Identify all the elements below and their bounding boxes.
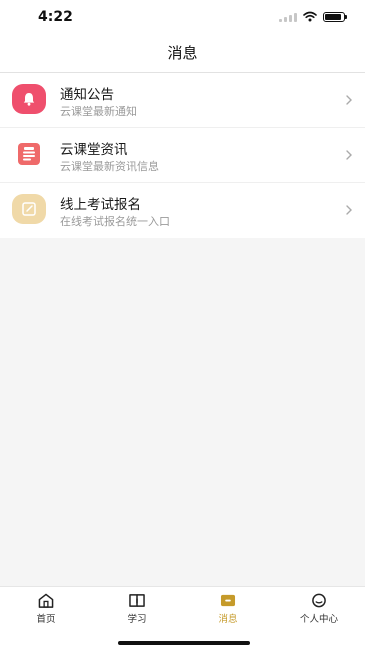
tab-label: 首页 [36, 614, 56, 625]
bell-icon [23, 93, 35, 106]
tab-study[interactable]: 学习 [102, 593, 172, 625]
tab-label: 学习 [127, 614, 147, 625]
list-item-notices[interactable]: 通知公告 云课堂最新通知 [0, 73, 365, 128]
list-item-news[interactable]: 云课堂资讯 云课堂最新资讯信息 [0, 128, 365, 183]
item-subtitle: 云课堂最新通知 [60, 105, 137, 118]
item-subtitle: 云课堂最新资讯信息 [60, 160, 159, 173]
status-icons [279, 11, 347, 22]
message-icon [220, 594, 236, 607]
home-indicator [118, 641, 250, 645]
status-time: 4:22 [38, 9, 73, 25]
item-title: 云课堂资讯 [60, 142, 128, 158]
battery-level [325, 13, 342, 20]
news-icon-badge [12, 139, 46, 169]
battery-icon [323, 11, 347, 22]
tab-messages[interactable]: 消息 [193, 593, 263, 625]
item-subtitle: 在线考试报名统一入口 [60, 215, 170, 228]
signal-icon [279, 12, 297, 22]
chevron-right-icon [346, 95, 352, 105]
item-title: 通知公告 [60, 87, 114, 103]
tab-label: 消息 [218, 614, 238, 625]
page-title: 消息 [167, 44, 198, 62]
chevron-right-icon [346, 205, 352, 215]
chevron-right-icon [346, 150, 352, 160]
item-title: 线上考试报名 [60, 197, 141, 213]
nav-bar: 消息 [0, 34, 365, 73]
tab-profile[interactable]: 个人中心 [284, 593, 354, 625]
wifi-icon [303, 11, 317, 22]
message-list: 通知公告 云课堂最新通知 云课堂资讯 云课堂最新资讯信息 线上考试报名 在线考试… [0, 73, 365, 238]
exam-icon-badge [12, 194, 46, 224]
home-icon [38, 593, 54, 608]
notice-icon-badge [12, 84, 46, 114]
book-icon [129, 594, 145, 607]
tab-label: 个人中心 [299, 614, 338, 625]
profile-icon [312, 593, 326, 608]
status-bar: 4:22 [0, 0, 365, 34]
news-icon [18, 143, 40, 165]
tab-home[interactable]: 首页 [11, 593, 81, 625]
list-item-exam-registration[interactable]: 线上考试报名 在线考试报名统一入口 [0, 183, 365, 238]
edit-icon [22, 202, 36, 216]
